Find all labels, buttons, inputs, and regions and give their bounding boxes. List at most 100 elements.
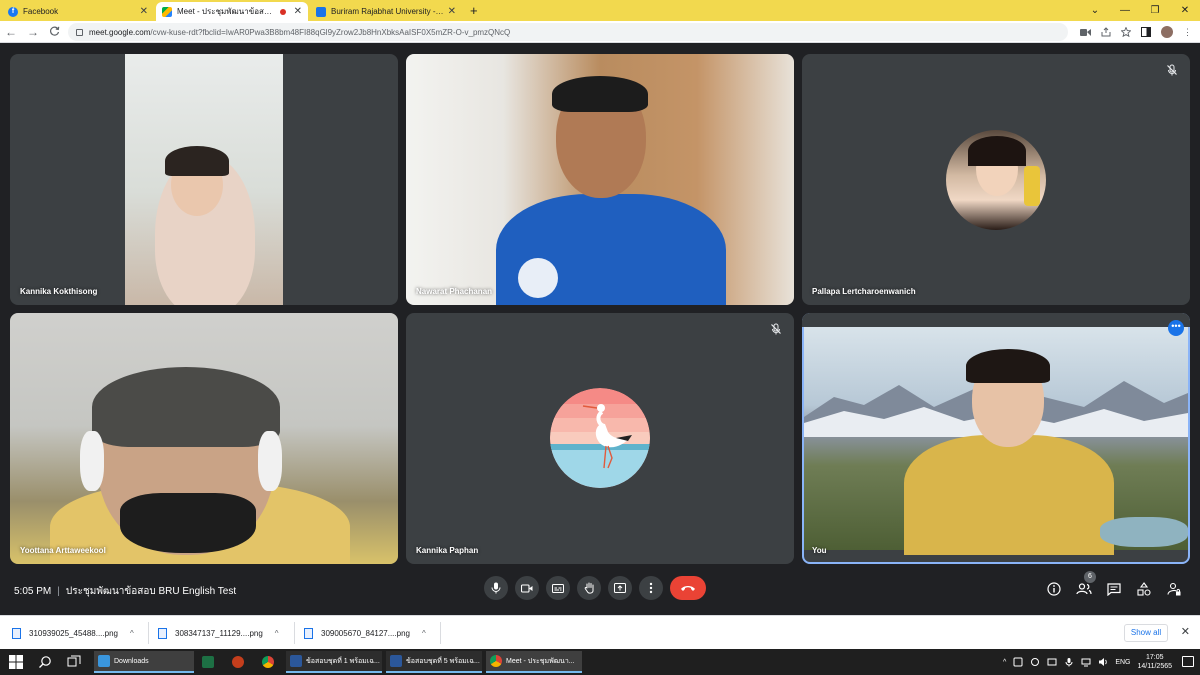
download-menu-chevron-icon[interactable]: ^ <box>422 629 426 638</box>
browser-toolbar: ← → meet.google.com/cvw-kuse-rdt?fbclid=… <box>0 21 1200 43</box>
download-item[interactable]: 309005670_84127....png ^ <box>304 625 426 641</box>
captions-button[interactable] <box>546 576 570 600</box>
present-screen-button[interactable] <box>608 576 632 600</box>
lock-icon <box>76 28 83 36</box>
back-button[interactable]: ← <box>0 25 22 39</box>
download-filename: 308347137_11129....png <box>175 628 263 638</box>
browser-tab-strip: f Facebook ✕ Meet - ประชุมพัฒนาข้อสอบ BR… <box>0 0 1200 21</box>
taskbar-app-powerpoint[interactable] <box>228 651 252 673</box>
recording-indicator-icon <box>279 8 286 15</box>
participant-name: You <box>812 546 827 555</box>
address-bar[interactable]: meet.google.com/cvw-kuse-rdt?fbclid=IwAR… <box>68 23 1068 41</box>
show-all-downloads-button[interactable]: Show all <box>1124 624 1168 642</box>
taskbar-app-word-1[interactable]: ข้อสอบชุดที่ 1 พร้อมเฉ... <box>286 651 382 673</box>
chrome-menu-icon[interactable]: ⋮ <box>1183 27 1192 38</box>
microphone-tray-icon[interactable] <box>1064 657 1074 667</box>
meeting-time: 5:05 PM <box>14 586 52 597</box>
download-item[interactable]: 308347137_11129....png ^ <box>158 625 279 641</box>
tab-buriram-university[interactable]: Buriram Rajabhat University - Co ✕ <box>310 2 462 21</box>
reload-button[interactable] <box>44 25 66 39</box>
download-shelf: 310939025_45488....png ^ 308347137_11129… <box>0 615 1200 649</box>
download-menu-chevron-icon[interactable]: ^ <box>275 629 279 638</box>
people-icon <box>1076 583 1092 595</box>
clock-date: 14/11/2565 <box>1137 663 1172 670</box>
mic-off-icon <box>771 323 781 335</box>
image-file-icon <box>158 627 167 639</box>
info-icon <box>1047 582 1061 596</box>
taskbar-app-excel[interactable] <box>198 651 222 673</box>
self-view-tile[interactable]: ••• You <box>802 313 1190 564</box>
chat-button[interactable] <box>1106 581 1122 597</box>
chrome-icon <box>262 656 274 668</box>
system-clock[interactable]: 17:05 14/11/2565 <box>1137 653 1172 671</box>
side-panel-icon[interactable] <box>1141 27 1151 37</box>
site-icon <box>316 6 326 17</box>
chrome-icon <box>490 655 502 667</box>
volume-icon[interactable] <box>1098 657 1108 667</box>
tab-close-button[interactable]: ✕ <box>294 6 302 17</box>
system-tray: ^ ENG 17:05 14/11/2565 <box>1003 649 1172 675</box>
new-tab-button[interactable]: + <box>470 3 478 18</box>
microphone-button[interactable] <box>484 576 508 600</box>
chat-icon <box>1107 582 1121 596</box>
host-controls-button[interactable] <box>1166 581 1182 597</box>
forward-button[interactable]: → <box>22 25 44 39</box>
activities-icon <box>1137 582 1151 596</box>
participant-video <box>804 327 1188 555</box>
participant-tile[interactable]: Nawarat Phachanan <box>406 54 794 305</box>
close-window-button[interactable]: ✕ <box>1170 5 1200 16</box>
onedrive-icon[interactable] <box>1013 657 1023 667</box>
show-hidden-icons-chevron-icon[interactable]: ^ <box>1003 659 1006 666</box>
minimize-button[interactable]: — <box>1110 5 1140 16</box>
meet-camera-tray-icon[interactable] <box>1030 657 1040 667</box>
restore-button[interactable]: ❐ <box>1140 5 1170 16</box>
camera-button[interactable] <box>515 576 539 600</box>
tab-google-meet[interactable]: Meet - ประชุมพัฒนาข้อสอบ BRU ✕ <box>156 2 308 21</box>
excel-icon <box>202 656 214 668</box>
taskbar-app-meet[interactable]: Meet - ประชุมพัฒนา... <box>486 651 582 673</box>
download-item[interactable]: 310939025_45488....png ^ <box>12 625 134 641</box>
tray-app-icon[interactable] <box>1047 657 1057 667</box>
bookmark-star-icon[interactable] <box>1121 27 1131 37</box>
share-icon[interactable] <box>1101 27 1111 37</box>
taskbar-app-chrome[interactable] <box>258 651 282 673</box>
input-language[interactable]: ENG <box>1115 659 1130 666</box>
tab-search-button[interactable]: ⌄ <box>1080 5 1110 16</box>
word-icon <box>290 655 302 667</box>
participant-tile[interactable]: Yoottana Arttaweekool <box>10 313 398 564</box>
image-file-icon <box>304 627 313 639</box>
meeting-info: 5:05 PM | ประชุมพัฒนาข้อสอบ BRU English Te… <box>14 584 236 599</box>
camera-in-use-icon[interactable] <box>1080 28 1091 37</box>
closed-captions-icon <box>552 583 564 593</box>
participant-tile[interactable]: Kannika Paphan <box>406 313 794 564</box>
more-options-button[interactable] <box>639 576 663 600</box>
search-icon[interactable] <box>38 655 52 669</box>
url-path: /cvw-kuse-rdt?fbclid=IwAR0Pwa3B8bm48FI88… <box>150 27 511 37</box>
task-view-icon[interactable] <box>67 655 81 669</box>
tab-close-button[interactable]: ✕ <box>448 6 456 17</box>
more-options-button[interactable]: ••• <box>1168 320 1184 336</box>
participant-tile[interactable]: Kannika Kokthisong <box>10 54 398 305</box>
tab-facebook[interactable]: f Facebook ✕ <box>2 2 154 21</box>
download-menu-chevron-icon[interactable]: ^ <box>130 629 134 638</box>
participant-name: Pallapa Lertcharoenwanich <box>812 287 916 296</box>
windows-start-icon[interactable] <box>9 655 23 669</box>
participant-video <box>406 54 794 305</box>
close-download-shelf-button[interactable]: ✕ <box>1181 625 1190 638</box>
leave-call-button[interactable] <box>670 576 706 600</box>
google-meet-icon <box>162 6 172 17</box>
taskbar-app-word-2[interactable]: ข้อสอบชุดที่ 5 พร้อมเฉ... <box>386 651 482 673</box>
raise-hand-button[interactable] <box>577 576 601 600</box>
tab-close-button[interactable]: ✕ <box>140 6 148 17</box>
participant-tile[interactable]: Pallapa Lertcharoenwanich <box>802 54 1190 305</box>
taskbar-app-downloads[interactable]: Downloads <box>94 651 194 673</box>
profile-avatar[interactable] <box>1161 26 1173 38</box>
people-button[interactable] <box>1076 581 1092 597</box>
meeting-details-button[interactable] <box>1046 581 1062 597</box>
notification-center-icon[interactable] <box>1182 656 1194 667</box>
taskbar-app-label: ข้อสอบชุดที่ 5 พร้อมเฉ... <box>406 657 480 665</box>
activities-button[interactable] <box>1136 581 1152 597</box>
network-icon[interactable] <box>1081 657 1091 667</box>
powerpoint-icon <box>232 656 244 668</box>
facebook-icon: f <box>8 6 18 17</box>
